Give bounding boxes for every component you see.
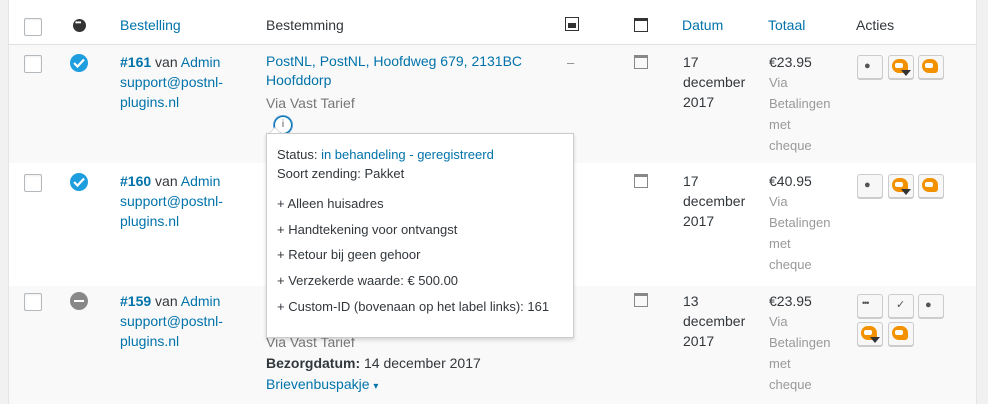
order-date: 17 december 2017	[683, 173, 746, 229]
customer-email-link[interactable]: support@postnl-plugins.nl	[120, 74, 223, 110]
column-datum[interactable]: Datum	[682, 17, 723, 33]
postnl-download-icon	[861, 326, 880, 343]
customer-email-link[interactable]: support@postnl-plugins.nl	[120, 313, 223, 349]
order-number-link[interactable]: #161	[120, 54, 151, 70]
view-button[interactable]: ●	[918, 294, 944, 318]
order-cell: #161 van Admin support@postnl-plugins.nl	[120, 52, 223, 112]
popup-option: + Custom-ID (bovenaan op het label links…	[277, 299, 550, 314]
picture-column-icon	[565, 17, 579, 31]
postnl-download-label-button[interactable]	[857, 322, 883, 346]
orders-table: ••• Bestelling Bestemming Datum Totaal A…	[8, 0, 977, 404]
column-bestemming: Bestemming	[266, 17, 344, 33]
view-button[interactable]: ●	[857, 174, 883, 198]
customer-link[interactable]: Admin	[181, 54, 221, 70]
empty-value: –	[567, 55, 575, 70]
status-completed-icon	[70, 173, 88, 191]
window-icon	[634, 55, 648, 69]
customer-link[interactable]: Admin	[181, 173, 221, 189]
row-checkbox[interactable]	[24, 55, 42, 73]
popup-arrow	[269, 127, 281, 133]
table-header: ••• Bestelling Bestemming Datum Totaal A…	[9, 0, 976, 45]
popup-option: + Handtekening voor ontvangst	[277, 222, 458, 237]
shipping-address-cell: PostNL, PostNL, Hoofdweg 679, 2131BC Hoof…	[266, 52, 536, 116]
postnl-icon	[892, 326, 908, 340]
van-label: van	[155, 173, 178, 189]
order-total: €40.95 Via Betalingen met cheque	[769, 173, 831, 272]
popup-option: + Alleen huisadres	[277, 196, 384, 211]
column-bestelling[interactable]: Bestelling	[120, 17, 181, 33]
order-number-link[interactable]: #160	[120, 173, 151, 189]
postnl-download-label-button[interactable]	[888, 174, 914, 198]
popup-option: + Retour bij geen gehoor	[277, 247, 421, 262]
postnl-icon	[922, 178, 938, 192]
order-number-link[interactable]: #159	[120, 293, 151, 309]
complete-button[interactable]: ✓	[888, 294, 914, 318]
popup-option: + Verzekerde waarde: € 500.00	[277, 273, 459, 288]
postnl-download-icon	[892, 59, 911, 76]
postnl-export-button[interactable]	[918, 55, 944, 79]
status-completed-icon	[70, 54, 88, 72]
shipping-details: Via Vast Tarief Bezorgdatum: 14 december…	[266, 332, 481, 397]
shipping-address-link[interactable]: PostNL, PostNL, Hoofdweg 679, 2131BC Hoof…	[266, 53, 522, 88]
postnl-export-button[interactable]	[918, 174, 944, 198]
window-icon	[634, 293, 648, 307]
info-icon: i	[281, 119, 285, 130]
package-type-dropdown[interactable]: Brievenbuspakje ▾	[266, 376, 378, 392]
eye-icon: ●	[864, 179, 871, 191]
row-checkbox[interactable]	[24, 174, 42, 192]
postnl-icon	[922, 59, 938, 73]
column-acties: Acties	[856, 17, 895, 33]
postnl-download-icon	[892, 178, 911, 195]
status-on-hold-icon	[70, 292, 88, 310]
shipment-info-popup: Status: in behandeling - geregistreerd S…	[266, 133, 574, 338]
order-cell: #160 van Admin support@postnl-plugins.nl	[120, 171, 223, 231]
status-column-icon[interactable]: •••	[73, 18, 86, 32]
more-icon: •••	[862, 298, 870, 308]
shipping-method: Via Vast Tarief	[266, 95, 355, 111]
van-label: van	[155, 54, 178, 70]
customer-email-link[interactable]: support@postnl-plugins.nl	[120, 193, 223, 229]
check-icon: ✓	[896, 299, 906, 311]
delivery-date-label: Bezorgdatum:	[266, 355, 361, 371]
postnl-download-label-button[interactable]	[888, 55, 914, 79]
eye-icon: ●	[864, 60, 871, 72]
row-checkbox[interactable]	[24, 293, 42, 311]
delivery-date-value: 14 december 2017	[360, 355, 481, 371]
order-cell: #159 van Admin support@postnl-plugins.nl	[120, 291, 223, 351]
window-column-icon	[634, 18, 648, 32]
processing-button[interactable]: •••	[857, 294, 883, 318]
view-button[interactable]: ●	[857, 55, 883, 79]
order-total: €23.95 Via Betalingen met cheque	[769, 54, 831, 153]
caret-down-icon: ▾	[373, 381, 379, 392]
postnl-export-button[interactable]	[888, 322, 914, 346]
customer-link[interactable]: Admin	[181, 293, 221, 309]
van-label: van	[155, 293, 178, 309]
window-icon	[634, 174, 648, 188]
status-value: in behandeling - geregistreerd	[321, 147, 494, 162]
eye-icon: ●	[925, 299, 932, 311]
order-date: 13 december 2017	[683, 293, 746, 349]
select-all-checkbox[interactable]	[24, 18, 42, 36]
order-total: €23.95 Via Betalingen met cheque	[769, 293, 831, 392]
popup-status: Status: in behandeling - geregistreerd	[277, 147, 494, 162]
column-totaal[interactable]: Totaal	[768, 17, 805, 33]
popup-shipment-type: Soort zending: Pakket	[277, 166, 405, 181]
order-date: 17 december 2017	[683, 54, 746, 110]
